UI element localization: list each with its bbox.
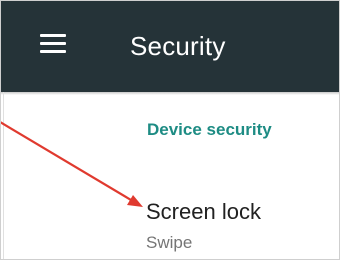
app-bar: Security [0,0,340,92]
section-header-device-security: Device security [147,120,272,139]
page-title: Security [130,31,226,61]
hamburger-menu-icon[interactable] [40,28,76,64]
app-bar-shadow [0,92,340,95]
arrow-line [0,120,133,202]
setting-title: Screen lock [146,199,261,224]
menu-line [40,50,66,53]
menu-line [40,42,66,45]
setting-screen-lock[interactable]: Screen lock Swipe [130,188,340,260]
setting-summary: Swipe [146,233,193,252]
left-divider [3,92,4,260]
menu-line [40,34,66,37]
screen-frame: Security Device security Screen lock Swi… [0,0,340,260]
